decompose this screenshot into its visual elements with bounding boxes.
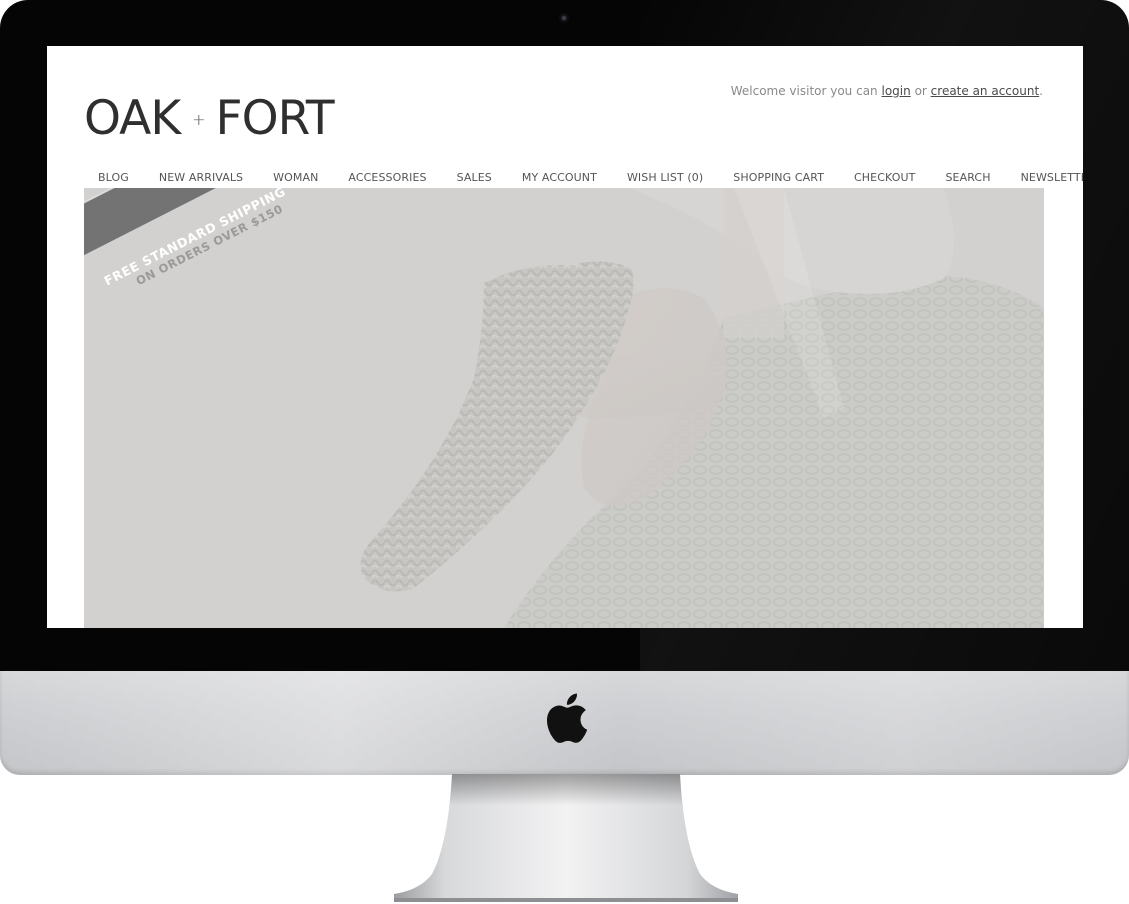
welcome-suffix: .	[1039, 84, 1043, 98]
camera-icon	[559, 13, 569, 23]
welcome-or: or	[914, 84, 927, 98]
nav-newsletter[interactable]: NEWSLETTER	[1006, 168, 1083, 188]
nav-search[interactable]: SEARCH	[930, 168, 1005, 188]
nav-accessories[interactable]: ACCESSORIES	[333, 168, 441, 188]
main-nav: BLOG NEW ARRIVALS WOMAN ACCESSORIES SALE…	[84, 168, 1083, 188]
welcome-prefix: Welcome visitor you can	[730, 84, 878, 98]
site-logo[interactable]: OAK + FORT	[84, 91, 335, 146]
nav-woman[interactable]: WOMAN	[258, 168, 333, 188]
nav-my-account[interactable]: MY ACCOUNT	[507, 168, 612, 188]
nav-new-arrivals[interactable]: NEW ARRIVALS	[144, 168, 258, 188]
logo-word-left: OAK	[84, 91, 181, 146]
browser-screen: OAK + FORT Welcome visitor you can login…	[47, 46, 1083, 628]
nav-sales[interactable]: SALES	[442, 168, 507, 188]
nav-checkout[interactable]: CHECKOUT	[839, 168, 930, 188]
hero-banner[interactable]: FREE STANDARD SHIPPING ON ORDERS OVER $1…	[84, 188, 1044, 628]
nav-wish-list[interactable]: WISH LIST (0)	[612, 168, 718, 188]
create-account-link[interactable]: create an account	[931, 84, 1040, 98]
nav-shopping-cart[interactable]: SHOPPING CART	[718, 168, 839, 188]
apple-icon	[547, 693, 588, 743]
nav-blog[interactable]: BLOG	[84, 168, 144, 188]
monitor-stand	[394, 774, 738, 902]
login-link[interactable]: login	[882, 84, 911, 98]
logo-word-right: FORT	[215, 91, 335, 146]
welcome-message: Welcome visitor you can login or create …	[731, 84, 1043, 98]
logo-plus: +	[192, 109, 206, 129]
free-shipping-banner[interactable]: FREE STANDARD SHIPPING ON ORDERS OVER $1…	[84, 188, 384, 358]
